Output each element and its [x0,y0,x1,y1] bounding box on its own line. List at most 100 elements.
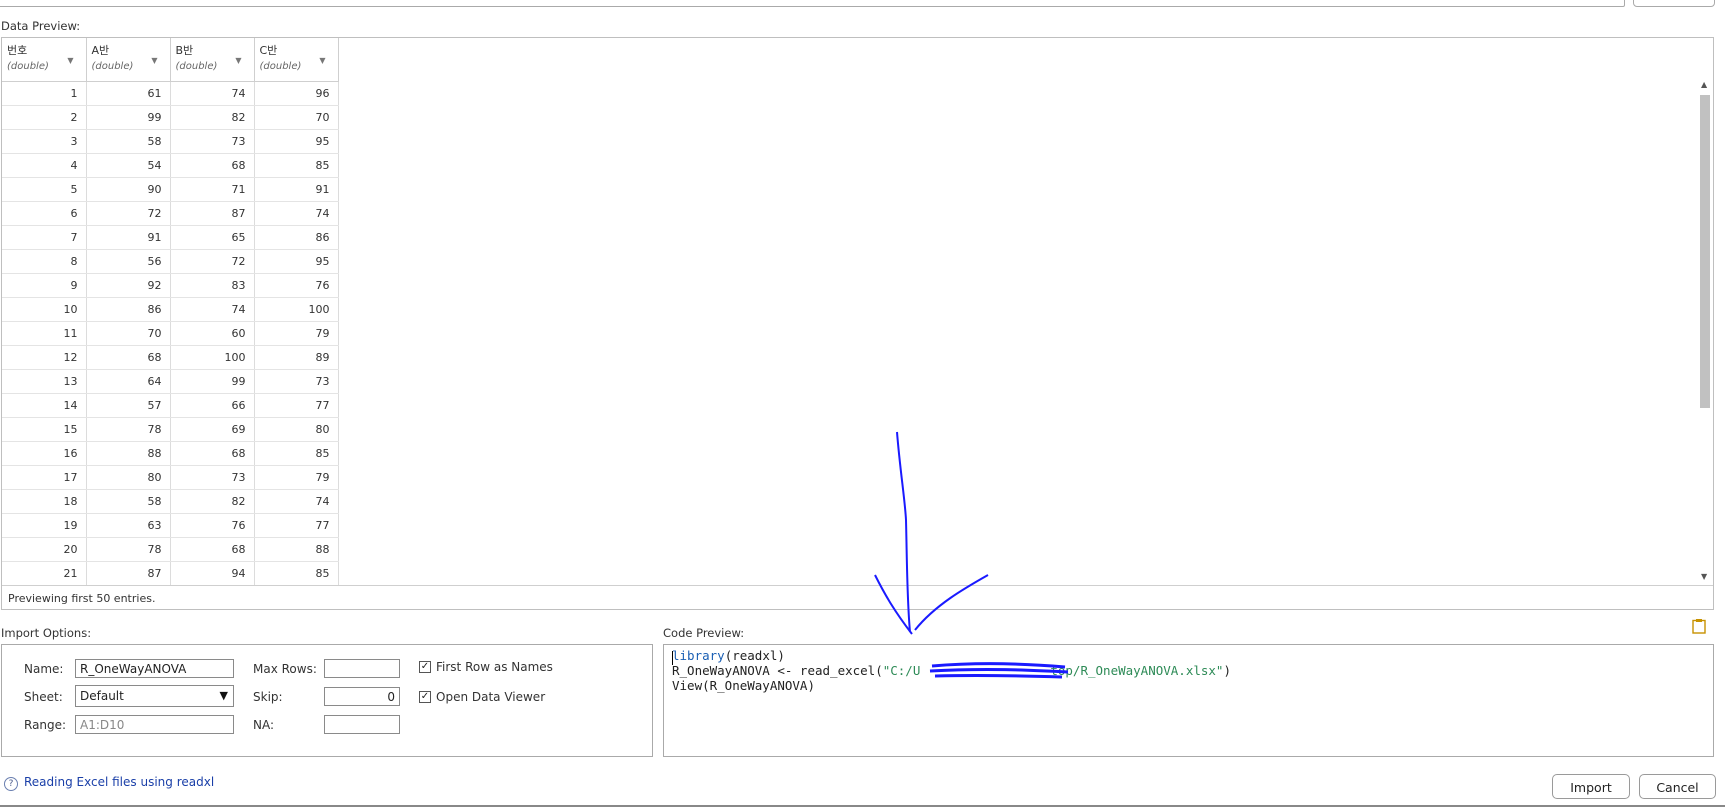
scroll-up-icon[interactable]: ▲ [1701,80,1707,89]
open-viewer-label: Open Data Viewer [436,690,546,704]
table-row: 16 88 68 85 [2,441,339,466]
table-cell: 76 [170,513,255,538]
table-cell: 79 [254,321,339,346]
code-preview-box[interactable]: library(readxl) R_OneWayANOVA <- read_ex… [663,644,1714,757]
table-row: 10 86 74 100 [2,297,339,322]
table-row: 2 99 82 70 [2,105,339,130]
na-input[interactable] [324,715,400,734]
vertical-scrollbar[interactable]: ▲ ▼ [1699,80,1711,581]
chevron-down-icon[interactable]: ▼ [151,56,157,65]
table-cell: 16 [2,441,87,466]
table-cell: 85 [254,441,339,466]
table-cell: 18 [2,489,87,514]
table-row: 5 90 71 91 [2,177,339,202]
table-cell: 72 [170,249,255,274]
table-row: 14 57 66 77 [2,393,339,418]
table-cell: 72 [86,201,171,226]
table-cell: 3 [2,129,87,154]
table-cell: 68 [170,537,255,562]
table-cell: 78 [86,537,171,562]
table-cell: 8 [2,249,87,274]
table-cell: 79 [254,465,339,490]
table-cell: 80 [86,465,171,490]
range-label: Range: [24,718,67,732]
table-cell: 74 [254,489,339,514]
max-rows-input[interactable] [324,659,400,678]
table-cell: 5 [2,177,87,202]
table-cell: 94 [170,561,255,586]
table-row: 3 58 73 95 [2,129,339,154]
column-header[interactable]: C반 (double) ▼ [254,38,339,82]
table-cell: 7 [2,225,87,250]
sheet-select[interactable]: Default ▼ [75,685,234,707]
table-row: 15 78 69 80 [2,417,339,442]
scroll-down-icon[interactable]: ▼ [1701,572,1707,581]
table-cell: 71 [170,177,255,202]
chevron-down-icon: ▼ [219,689,228,702]
table-cell: 14 [2,393,87,418]
table-row: 7 91 65 86 [2,225,339,250]
column-header[interactable]: B반 (double) ▼ [170,38,255,82]
sheet-label: Sheet: [24,690,63,704]
table-cell: 64 [86,369,171,394]
table-cell: 10 [2,297,87,322]
chevron-down-icon[interactable]: ▼ [235,56,241,65]
cancel-button[interactable]: Cancel [1639,774,1716,799]
table-cell: 77 [254,393,339,418]
table-cell: 63 [86,513,171,538]
table-row: 6 72 87 74 [2,201,339,226]
table-cell: 15 [2,417,87,442]
table-cell: 92 [86,273,171,298]
code-preview-label: Code Preview: [663,626,745,640]
scroll-thumb[interactable] [1700,95,1710,408]
table-cell: 70 [254,105,339,130]
chevron-down-icon[interactable]: ▼ [319,56,325,65]
chevron-down-icon[interactable]: ▼ [67,56,73,65]
data-preview-table: 번호 (double) ▼ A반 (double) ▼ B반 (double) ▼ C반 (doub… [2,38,339,586]
table-cell: 73 [170,129,255,154]
help-link[interactable]: ? Reading Excel files using readxl [4,775,214,791]
table-cell: 90 [86,177,171,202]
clipboard-icon[interactable] [1692,618,1706,634]
table-cell: 17 [2,465,87,490]
table-cell: 4 [2,153,87,178]
table-cell: 2 [2,105,87,130]
table-row: 19 63 76 77 [2,513,339,538]
help-icon: ? [4,777,18,791]
code-line-2: R_OneWayANOVA <- read_excel("C:/U top/R_O… [672,663,1231,678]
table-cell: 85 [254,561,339,586]
table-cell: 57 [86,393,171,418]
import-options-panel: Name: Sheet: Default ▼ Range: Max Rows: … [1,644,653,757]
table-cell: 1 [2,81,87,106]
table-row: 18 58 82 74 [2,489,339,514]
table-cell: 65 [170,225,255,250]
range-input[interactable] [75,715,234,734]
table-cell: 100 [254,297,339,322]
file-path-input[interactable] [0,0,1625,7]
code-line-3: View(R_OneWayANOVA) [672,678,815,693]
table-cell: 74 [170,81,255,106]
table-cell: 60 [170,321,255,346]
table-cell: 73 [254,369,339,394]
table-row: 17 80 73 79 [2,465,339,490]
name-input[interactable] [75,659,234,678]
table-cell: 82 [170,105,255,130]
help-link-text[interactable]: Reading Excel files using readxl [24,775,214,789]
table-cell: 74 [170,297,255,322]
import-button[interactable]: Import [1552,774,1630,799]
table-cell: 87 [170,201,255,226]
column-header[interactable]: A반 (double) ▼ [86,38,171,82]
open-viewer-checkbox[interactable]: ✓ [419,691,431,703]
browse-button[interactable] [1633,0,1715,7]
first-row-checkbox[interactable]: ✓ [419,661,431,673]
table-cell: 96 [254,81,339,106]
table-cell: 95 [254,249,339,274]
table-row: 9 92 83 76 [2,273,339,298]
skip-input[interactable] [324,687,400,706]
table-cell: 69 [170,417,255,442]
table-cell: 70 [86,321,171,346]
table-cell: 54 [86,153,171,178]
column-header[interactable]: 번호 (double) ▼ [2,38,87,82]
table-cell: 100 [170,345,255,370]
na-label: NA: [253,718,275,732]
